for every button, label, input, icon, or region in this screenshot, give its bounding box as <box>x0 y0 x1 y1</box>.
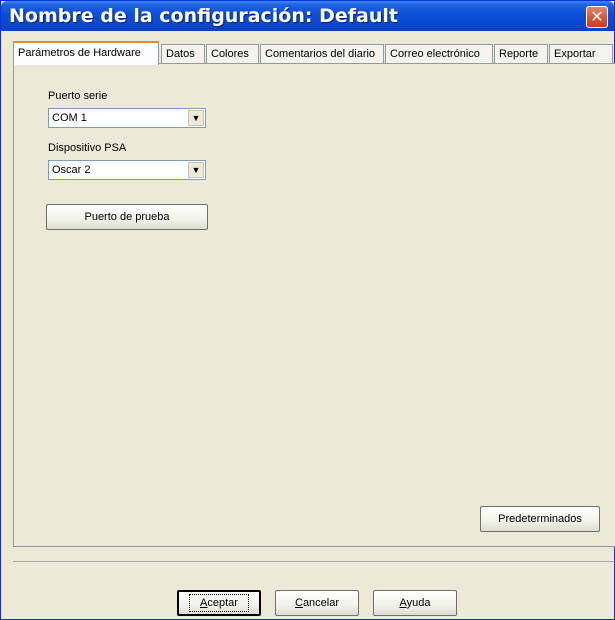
tab-report[interactable]: Reporte <box>494 44 548 64</box>
serial-port-dropdown[interactable]: COM 1 ▼ <box>48 108 206 128</box>
close-icon[interactable]: ✕ <box>586 6 608 28</box>
psa-device-value: Oscar 2 <box>52 164 91 176</box>
serial-port-label: Puerto serie <box>48 90 108 102</box>
test-port-button[interactable]: Puerto de prueba <box>46 204 208 230</box>
footer-separator <box>13 561 615 562</box>
tab-journal-comments[interactable]: Comentarios del diario <box>260 44 384 64</box>
serial-port-value: COM 1 <box>52 112 87 124</box>
defaults-button[interactable]: Predeterminados <box>480 506 600 532</box>
chevron-down-icon[interactable]: ▼ <box>188 110 204 126</box>
tab-email[interactable]: Correo electrónico <box>385 44 493 64</box>
tab-hardware-parameters[interactable]: Parámetros de Hardware <box>13 41 159 65</box>
tab-data[interactable]: Datos <box>161 44 205 64</box>
hardware-panel: Puerto serie COM 1 ▼ Dispositivo PSA Osc… <box>13 63 615 547</box>
accept-button-label: Aceptar <box>189 594 249 612</box>
tab-export[interactable]: Exportar <box>549 44 613 64</box>
cancel-button[interactable]: Cancelar <box>275 590 359 616</box>
chevron-down-icon[interactable]: ▼ <box>188 162 204 178</box>
title-bar[interactable]: Nombre de la configuración: Default ✕ <box>1 1 614 31</box>
configuration-dialog: Nombre de la configuración: Default ✕ Pa… <box>0 0 615 620</box>
help-button[interactable]: Ayuda <box>373 590 457 616</box>
accept-button[interactable]: Aceptar <box>177 590 261 616</box>
psa-device-label: Dispositivo PSA <box>48 142 127 154</box>
tab-strip: Parámetros de Hardware Datos Colores Com… <box>13 41 613 65</box>
psa-device-dropdown[interactable]: Oscar 2 ▼ <box>48 160 206 180</box>
window-title: Nombre de la configuración: Default <box>9 5 398 27</box>
tab-colors[interactable]: Colores <box>206 44 259 64</box>
